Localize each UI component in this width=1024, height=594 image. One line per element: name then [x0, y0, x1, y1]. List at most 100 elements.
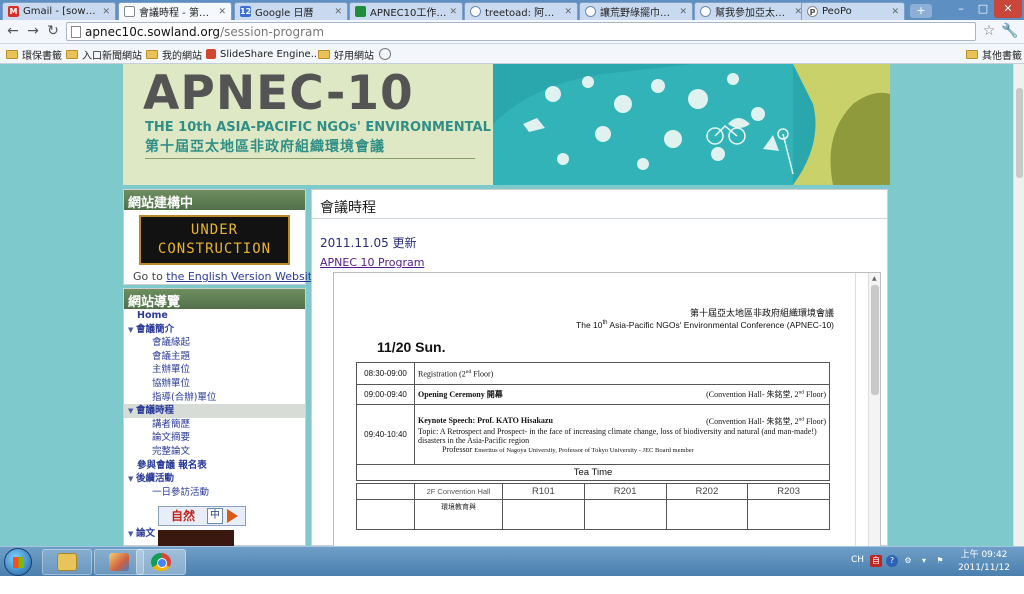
program-document-frame[interactable]: 第十屆亞太地區非政府組織環境會議 The 10th Asia-Pacific N…	[333, 272, 881, 546]
paint-icon	[109, 553, 129, 571]
nav-item-session-program[interactable]: ▼ 會議時程	[124, 404, 305, 418]
nav-item-advisor[interactable]: 指導(合辦)單位	[124, 391, 305, 405]
bookmark-folder[interactable]: 入口新聞網站	[66, 47, 142, 62]
nav-item-speaker-bios[interactable]: 講者簡歷	[124, 418, 305, 432]
nav-item-home[interactable]: Home	[124, 309, 305, 323]
tab-session-program[interactable]: 會議時程 - 第十屆亞太 ✕	[118, 2, 232, 20]
tab-peopo[interactable]: P PeoPo ✕	[801, 2, 905, 20]
scrollbar-thumb[interactable]	[871, 285, 879, 395]
document-scrollbar[interactable]: ▲	[868, 273, 880, 546]
tab-close-icon[interactable]: ✕	[334, 7, 342, 17]
nav-item-organizer[interactable]: 主辦單位	[124, 363, 305, 377]
nav-item-co-organizer[interactable]: 協辦單位	[124, 377, 305, 391]
reload-icon[interactable]: ↻	[44, 23, 62, 41]
tab-close-icon[interactable]: ✕	[218, 7, 226, 17]
event-text: Registration (2	[418, 369, 466, 379]
tab-gmail[interactable]: M Gmail - [sowtrail] Ma ✕	[2, 2, 116, 20]
help-icon[interactable]: ?	[886, 555, 898, 567]
sheet-icon	[355, 6, 366, 17]
nav-item-conference-intro[interactable]: ▼ 會議簡介	[124, 323, 305, 337]
bookmark-star-icon[interactable]: ☆	[980, 23, 998, 41]
tab-close-icon[interactable]: ✕	[564, 7, 572, 17]
page-scrollbar[interactable]	[1013, 64, 1024, 546]
tab-apnec-staff[interactable]: APNEC10工作人員 ✕	[349, 2, 463, 20]
time-cell: 09:40-10:40	[356, 404, 415, 465]
bookmark-folder[interactable]: 我的網站	[146, 47, 202, 62]
under-construction-sign: UNDER CONSTRUCTION	[139, 215, 290, 265]
nav-item-follow-up[interactable]: ▼ 後續活動	[124, 472, 305, 486]
room-header: R101	[502, 483, 585, 500]
panel-heading: 網站建構中	[124, 190, 305, 211]
professor-label: Professor	[442, 444, 473, 454]
close-window-button[interactable]: ✕	[994, 0, 1022, 18]
start-button[interactable]	[4, 548, 32, 576]
site-banner: APNEC-10 THE 10th ASIA-PACIFIC NGOs' ENV…	[123, 64, 890, 185]
new-tab-button[interactable]: +	[910, 4, 932, 18]
scroll-up-arrow-icon[interactable]: ▲	[872, 275, 877, 282]
bookmark-folder[interactable]: 環保書籤	[6, 47, 62, 62]
slideshare-icon	[206, 49, 216, 59]
wrench-icon[interactable]: 🔧	[1001, 23, 1019, 41]
banner-title: APNEC-10	[143, 66, 414, 121]
tea-time-cell: Tea Time	[356, 464, 830, 481]
forward-arrow-icon[interactable]: →	[24, 23, 42, 41]
ime-tray-icon[interactable]: 自	[870, 555, 882, 567]
ime-logo: 自然	[170, 509, 195, 523]
ime-mode-button[interactable]: 中	[207, 508, 223, 524]
folder-icon	[66, 49, 78, 59]
table-row: Tea Time	[356, 464, 830, 481]
windows-taskbar: CH 自 ? ⚙ ▾ ⚑ 上午 09:42 2011/11/12	[0, 546, 1024, 576]
keynote-line: Keynote Speech: Prof. KATO Hisakazu (Conv…	[418, 416, 826, 426]
ime-toolbar[interactable]: 自然 中	[158, 506, 246, 526]
nav-item-abstracts[interactable]: 論文摘要	[124, 431, 305, 445]
nav-item-full-papers[interactable]: 完整論文	[124, 445, 305, 459]
banner-chinese-title: 第十屆亞太地區非政府組織環境會議	[145, 139, 385, 155]
flag-icon[interactable]: ⚑	[934, 555, 946, 567]
taskbar-chrome[interactable]	[136, 549, 186, 575]
tab-google-calendar[interactable]: 12 Google 日曆 ✕	[234, 2, 348, 20]
session-cell	[747, 499, 830, 530]
time-cell: 08:30-09:00	[356, 362, 415, 385]
nav-item-registration[interactable]: 參與會議 報名表	[124, 459, 305, 473]
clock[interactable]: 上午 09:42 2011/11/12	[954, 549, 1014, 575]
scrollbar-thumb[interactable]	[1016, 88, 1023, 178]
tab-wilderness[interactable]: 讓荒野綠擺巾飄送 ✕	[579, 2, 693, 20]
browser-toolbar: ← → ↻ apnec10c.sowland.org/session-progr…	[0, 20, 1024, 44]
back-arrow-icon[interactable]: ←	[4, 23, 22, 41]
page-icon	[124, 6, 135, 17]
table-row: 2F Convention Hall R101 R201 R202 R203	[356, 483, 830, 500]
nav-item-day-trip[interactable]: 一日參訪活動	[124, 486, 305, 500]
tab-ngo[interactable]: 幫我參加亞太NGO ✕	[694, 2, 808, 20]
nav-label: 後續活動	[136, 473, 175, 485]
tab-treetoad[interactable]: treetoad: 阿泰: Xu ✕	[464, 2, 578, 20]
tab-strip: M Gmail - [sowtrail] Ma ✕ 會議時程 - 第十屆亞太 ✕…	[0, 0, 1024, 20]
other-bookmarks-folder[interactable]: 其他書籤	[966, 47, 1022, 62]
tab-close-icon[interactable]: ✕	[449, 7, 457, 17]
bookmarks-bar: 環保書籤 入口新聞網站 我的網站 SlideShare Engine... 好用…	[0, 44, 1024, 64]
nav-item-origin[interactable]: 會議緣起	[124, 336, 305, 350]
system-tray: CH 自 ? ⚙ ▾ ⚑ 上午 09:42 2011/11/12	[846, 547, 1024, 577]
settings-icon[interactable]: ⚙	[902, 555, 914, 567]
tab-close-icon[interactable]: ✕	[891, 7, 899, 17]
taskbar-explorer[interactable]	[42, 549, 92, 575]
english-version-link[interactable]: the English Version Website	[166, 270, 319, 283]
title-divider	[312, 218, 887, 219]
bookmark-folder[interactable]: 好用網站	[318, 47, 374, 62]
program-link[interactable]: APNEC 10 Program	[320, 256, 424, 269]
globe-icon	[585, 6, 596, 17]
maximize-button[interactable]: □	[972, 0, 994, 18]
location-part: Floor)	[804, 416, 826, 426]
folder-icon	[6, 49, 18, 59]
bookmark-link[interactable]	[379, 47, 391, 61]
arrow-icon[interactable]: ▾	[918, 555, 930, 567]
bookmark-link[interactable]: SlideShare Engine...	[206, 47, 320, 61]
language-indicator[interactable]: CH	[851, 555, 864, 565]
clock-time: 上午 09:42	[960, 550, 1008, 560]
tab-close-icon[interactable]: ✕	[679, 7, 687, 17]
empty-cell	[356, 483, 415, 500]
ime-play-arrow-icon[interactable]	[227, 509, 238, 523]
address-bar[interactable]: apnec10c.sowland.org/session-program	[66, 22, 976, 41]
minimize-button[interactable]: –	[950, 0, 972, 18]
tab-close-icon[interactable]: ✕	[102, 7, 110, 17]
nav-item-theme[interactable]: 會議主題	[124, 350, 305, 364]
